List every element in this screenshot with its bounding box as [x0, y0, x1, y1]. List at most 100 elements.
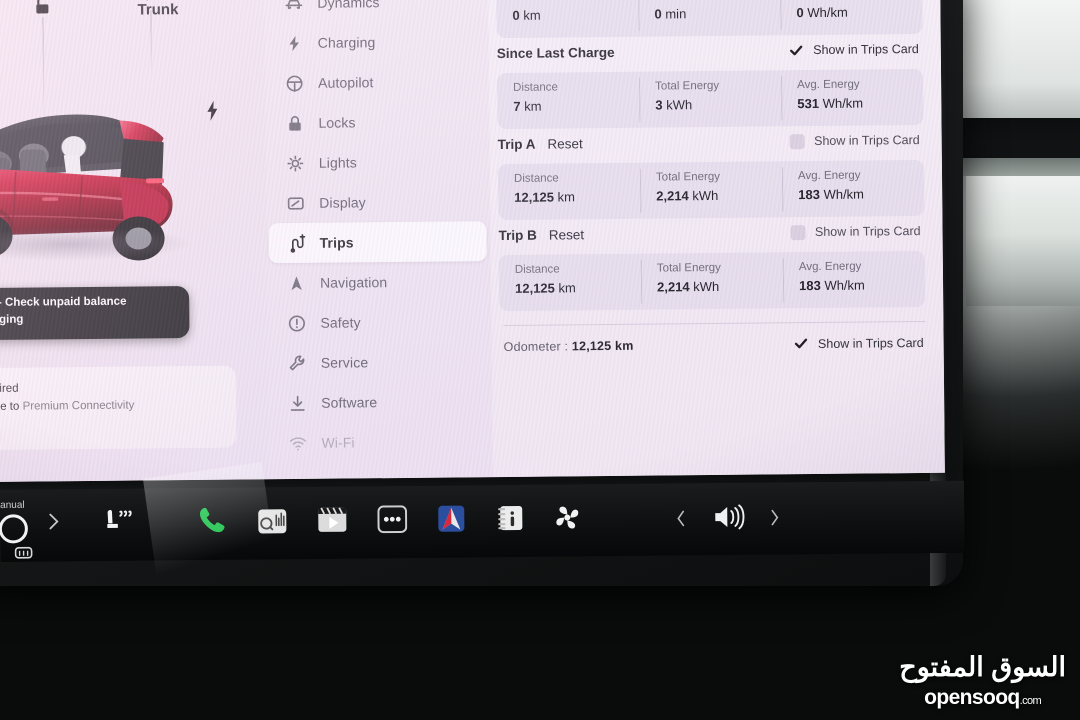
- stat-cell: Total Energy 2,214 kWh: [641, 252, 784, 309]
- odometer-show-in-trips-card-checkbox[interactable]: Show in Trips Card: [794, 335, 924, 351]
- sidebar-item-safety[interactable]: Safety: [269, 301, 487, 343]
- trip-stats-card: Distance 12,125 km Total Energy 2,214 kW…: [498, 250, 926, 312]
- watermark-latin-text: opensooq: [924, 686, 1020, 709]
- trip-section-header: Trip A Reset Show in Trips Card: [490, 125, 942, 159]
- watermark-latin: opensooq.com: [899, 687, 1066, 708]
- phone-icon[interactable]: [196, 504, 228, 536]
- window-reflection-top: [950, 0, 1080, 118]
- stat-unit: Wh/km: [822, 95, 864, 111]
- download-icon: [288, 393, 307, 412]
- trip-reset-button[interactable]: Reset: [547, 136, 582, 151]
- sidebar-item-navigation[interactable]: Navigation: [269, 261, 487, 303]
- more-dots-icon[interactable]: [377, 505, 408, 534]
- checkbox-label: Show in Trips Card: [814, 224, 921, 240]
- vehicle-3d-render[interactable]: [0, 76, 225, 279]
- stat-cell: Total Energy 3 kWh: [639, 70, 782, 127]
- defroster-icon[interactable]: [14, 546, 33, 560]
- watermark-arabic: السوق المفتوح: [899, 652, 1067, 682]
- window-reflection-mid: [962, 118, 1080, 158]
- sidebar-item-dynamics[interactable]: Dynamics: [266, 0, 484, 23]
- chevron-right-icon[interactable]: [46, 511, 60, 531]
- stat-cell: Avg. Energy 531 Wh/km: [781, 69, 924, 126]
- stat-value: 2,214 kWh: [656, 187, 782, 204]
- stat-number: 183: [798, 186, 820, 203]
- navigation-arrow-icon[interactable]: [436, 504, 466, 534]
- stat-unit: kWh: [666, 97, 693, 113]
- stat-unit: km: [524, 98, 542, 114]
- odometer-label: Odometer: [503, 338, 561, 354]
- stat-label: Total Energy: [655, 170, 721, 184]
- sidebar-item-software[interactable]: Software: [270, 381, 488, 423]
- stat-label: Distance: [513, 172, 559, 185]
- stat-value: 2,214 kWh: [657, 278, 783, 295]
- fan-icon[interactable]: [553, 503, 581, 531]
- show-in-trips-card-checkbox[interactable]: Show in Trips Card: [790, 224, 921, 240]
- tesla-touchscreen: Open Trunk: [0, 0, 945, 482]
- sidebar-item-label: Display: [319, 194, 366, 211]
- trip-section-since-last-charge: Since Last Charge Show in Trips Card Dis…: [489, 34, 942, 130]
- sidebar-item-label: Charging: [317, 34, 376, 51]
- show-in-trips-card-checkbox[interactable]: Show in Trips Card: [789, 42, 919, 58]
- stat-value: 183 Wh/km: [798, 186, 924, 203]
- radio-icon[interactable]: [257, 506, 287, 536]
- stat-number: 3: [655, 97, 663, 113]
- volume-icon[interactable]: [712, 503, 746, 531]
- stat-value: 3 kWh: [655, 96, 781, 112]
- notification-supercharging[interactable]: navailable - Check unpaid balance enu > …: [0, 286, 190, 341]
- notification-line-2-prefix: i or subscribe to: [0, 401, 20, 414]
- sidebar-item-label: Lights: [318, 154, 357, 171]
- sun-icon: [286, 153, 305, 172]
- sidebar-item-charging[interactable]: Charging: [267, 21, 485, 63]
- display-icon: [286, 193, 305, 212]
- stat-value: 0 Wh/km: [796, 4, 922, 20]
- stat-unit: km: [557, 189, 576, 205]
- trip-section-title: Since Last Charge: [496, 44, 615, 61]
- fan-dial-icon[interactable]: [0, 512, 31, 546]
- checkbox-unchecked-icon: [789, 133, 806, 149]
- media-play-icon[interactable]: [317, 505, 347, 535]
- stat-unit: km: [523, 7, 541, 23]
- stat-number: 0: [512, 7, 520, 23]
- stat-label: Avg. Energy: [797, 169, 861, 183]
- sidebar-item-lights[interactable]: Lights: [268, 141, 486, 183]
- sidebar-nav-list: Dynamics Charging Autopilot Locks Lights Disp…: [264, 0, 493, 463]
- sidebar-item-autopilot[interactable]: Autopilot: [267, 61, 485, 103]
- trip-section-title-group: Since Last Charge: [497, 44, 615, 60]
- trip-reset-button[interactable]: Reset: [549, 227, 584, 242]
- volume-up-chevron-icon[interactable]: [768, 509, 780, 527]
- stat-number: 531: [797, 95, 820, 112]
- checkbox-checked-icon: [789, 43, 804, 58]
- stat-cell: Distance 0 km: [496, 0, 639, 38]
- stat-cell: Avg. Energy 183 Wh/km: [782, 160, 925, 217]
- checkbox-label: Show in Trips Card: [817, 335, 924, 351]
- trips-sections: Show in Trips Card Distance 0 km Duratio…: [488, 0, 943, 312]
- stat-number: 183: [798, 277, 821, 294]
- car-visualization-panel[interactable]: Open Trunk: [0, 0, 269, 482]
- notification-line-2: i or subscribe to Premium Connectivity: [0, 396, 222, 417]
- trip-section-header: Since Last Charge Show in Trips Card: [489, 34, 941, 68]
- stat-cell: Duration 0 min: [638, 0, 781, 37]
- owners-manual-icon[interactable]: [495, 503, 525, 533]
- sidebar-item-display[interactable]: Display: [268, 181, 486, 223]
- stat-value: 0 km: [512, 7, 638, 23]
- vehicle-shadow: [0, 225, 195, 263]
- window-reflection-low: [966, 176, 1080, 306]
- notification-connectivity[interactable]: ectivity required i or subscribe to Prem…: [0, 365, 237, 451]
- stat-label: Distance: [513, 81, 558, 94]
- sidebar-item-label: Safety: [320, 314, 361, 331]
- sidebar-item-locks[interactable]: Locks: [267, 101, 485, 143]
- volume-down-chevron-icon[interactable]: [675, 509, 687, 527]
- navigation-icon: [287, 273, 306, 292]
- stat-cell: Avg. Energy 0 Wh/km: [780, 0, 923, 35]
- trip-section-title: Trip B: [498, 227, 537, 243]
- stat-value: 531 Wh/km: [797, 95, 923, 112]
- unlock-icon[interactable]: [34, 0, 52, 15]
- sidebar-item-wi-fi[interactable]: Wi-Fi: [270, 421, 488, 463]
- show-in-trips-card-checkbox[interactable]: Show in Trips Card: [789, 133, 920, 149]
- stat-unit: Wh/km: [823, 186, 865, 202]
- seat-heater-icon[interactable]: [103, 507, 137, 537]
- sidebar-item-service[interactable]: Service: [270, 341, 488, 383]
- trip-section-trip-b: Trip B Reset Show in Trips Card Distance …: [490, 216, 943, 312]
- sidebar-item-trips[interactable]: Trips: [268, 221, 487, 264]
- trunk-callout: Open Trunk: [137, 0, 178, 19]
